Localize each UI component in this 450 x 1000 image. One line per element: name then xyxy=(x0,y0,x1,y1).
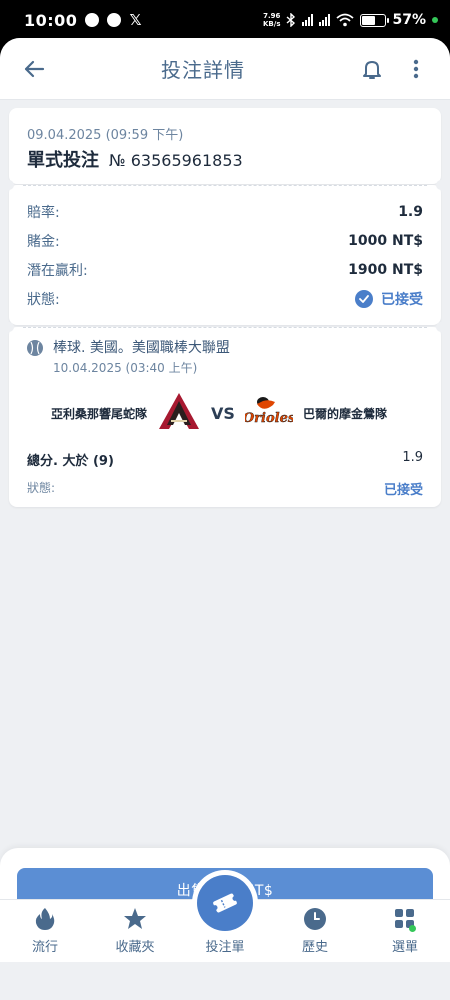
home-team: 亞利桑那響尾蛇隊 xyxy=(50,406,147,421)
sports-app-icon xyxy=(107,13,122,27)
bet-id: № 63565961853 xyxy=(109,151,243,170)
privacy-indicator-icon xyxy=(432,17,438,23)
status-badge: 已接受 xyxy=(355,289,423,309)
orioles-logo-text: Orioles xyxy=(245,411,293,426)
stake-value: 1000 NT$ xyxy=(348,232,423,249)
bet-summary-card: 09.04.2025 (09:59 下午) 單式投注 № 63565961853 xyxy=(9,108,441,184)
stake-row: 賭金: 1000 NT$ xyxy=(27,226,423,255)
diamondbacks-logo-icon xyxy=(157,391,201,435)
market-name: 總分. 大於 (9) xyxy=(27,454,114,469)
notification-dot xyxy=(409,925,416,932)
page-title: 投注詳情 xyxy=(161,58,245,82)
vs-label: VS xyxy=(211,403,235,423)
event-card: 棒球. 美國。美國職棒大聯盟 10.04.2025 (03:40 上午) 亞利桑… xyxy=(4,322,446,507)
network-speed-unit: KB/s xyxy=(263,20,281,28)
network-speed: 7.96 KB/s xyxy=(263,12,280,28)
ticket-divider-2 xyxy=(23,327,427,328)
match-row: 亞利桑那響尾蛇隊 VS Orioles 巴爾的摩金鶯隊 xyxy=(27,390,423,436)
bluetooth-icon xyxy=(287,13,296,27)
nav-item-history[interactable]: 歷史 xyxy=(270,900,360,962)
status-row: 狀態: 已接受 xyxy=(27,284,423,313)
event-status-label: 狀態: xyxy=(27,481,56,495)
signal-icon xyxy=(302,14,314,26)
app-header: 投注詳情 xyxy=(0,38,450,100)
baseball-icon xyxy=(27,340,43,356)
wifi-icon xyxy=(336,13,355,27)
event-status-row: 狀態: 已接受 xyxy=(27,479,423,498)
odds-row: 賠率: 1.9 xyxy=(27,197,423,226)
payout-value: 1900 NT$ xyxy=(348,261,423,278)
status-value: 已接受 xyxy=(381,291,423,308)
market-row: 總分. 大於 (9) 1.9 xyxy=(27,450,423,469)
ticket-notch-left xyxy=(4,180,14,190)
flame-icon xyxy=(32,906,58,932)
ticket-divider xyxy=(23,185,427,186)
odds-label: 賠率: xyxy=(27,204,60,221)
ticket-icon[interactable] xyxy=(197,875,253,931)
nav-label-favorites: 收藏夾 xyxy=(115,940,155,955)
status-time: 10:00 xyxy=(24,10,78,30)
payout-row: 潛在贏利: 1900 NT$ xyxy=(27,255,423,284)
orioles-logo-icon: Orioles xyxy=(243,393,296,433)
nav-item-favorites[interactable]: 收藏夾 xyxy=(90,900,180,962)
clock-icon xyxy=(302,906,328,932)
away-team: 巴爾的摩金鶯隊 xyxy=(303,406,388,421)
app-screen: 投注詳情 09.04.2025 (09:59 下午) 單式投注 № 635659… xyxy=(0,38,450,1000)
bottom-nav: 流行 收藏夾 投注單 歷史 選單 xyxy=(0,875,450,962)
nav-label-popular: 流行 xyxy=(31,940,58,955)
back-arrow-icon[interactable] xyxy=(20,55,48,83)
grid-icon xyxy=(392,906,418,932)
battery-icon xyxy=(360,13,390,27)
star-icon xyxy=(122,906,148,932)
event-league: 棒球. 美國。美國職棒大聯盟 xyxy=(53,340,230,356)
stake-label: 賭金: xyxy=(27,233,60,250)
bet-date: 09.04.2025 (09:59 下午) xyxy=(27,128,184,143)
status-bar: 10:00 𝕏 7.96 KB/s 57% xyxy=(0,0,450,40)
nav-item-menu[interactable]: 選單 xyxy=(360,900,450,962)
market-odds: 1.9 xyxy=(402,450,423,465)
battery-percent: 57% xyxy=(392,12,426,28)
line-app-icon xyxy=(85,13,100,27)
bet-type: 單式投注 xyxy=(27,150,99,171)
ticket-notch-right-2 xyxy=(436,322,446,332)
bell-icon[interactable] xyxy=(358,55,386,83)
nav-item-betslip[interactable]: 投注單 xyxy=(180,875,270,962)
event-status-value: 已接受 xyxy=(383,483,423,498)
ticket-notch-right xyxy=(436,180,446,190)
nav-label-menu: 選單 xyxy=(391,940,418,955)
signal-icon-2 xyxy=(319,14,331,26)
event-time: 10.04.2025 (03:40 上午) xyxy=(53,361,198,375)
status-label: 狀態: xyxy=(27,291,60,308)
odds-value: 1.9 xyxy=(398,203,423,220)
nav-label-betslip: 投注單 xyxy=(205,940,245,955)
nav-label-history: 歷史 xyxy=(301,940,328,955)
network-speed-value: 7.96 xyxy=(263,12,281,20)
nav-item-popular[interactable]: 流行 xyxy=(0,900,90,962)
ticket-notch-left-2 xyxy=(4,322,14,332)
more-options-icon[interactable] xyxy=(402,55,430,83)
x-app-icon: 𝕏 xyxy=(129,11,142,29)
bet-details-card: 賠率: 1.9 賭金: 1000 NT$ 潛在贏利: 1900 NT$ 狀態: … xyxy=(4,180,446,325)
check-icon xyxy=(355,289,373,308)
payout-label: 潛在贏利: xyxy=(27,262,88,279)
